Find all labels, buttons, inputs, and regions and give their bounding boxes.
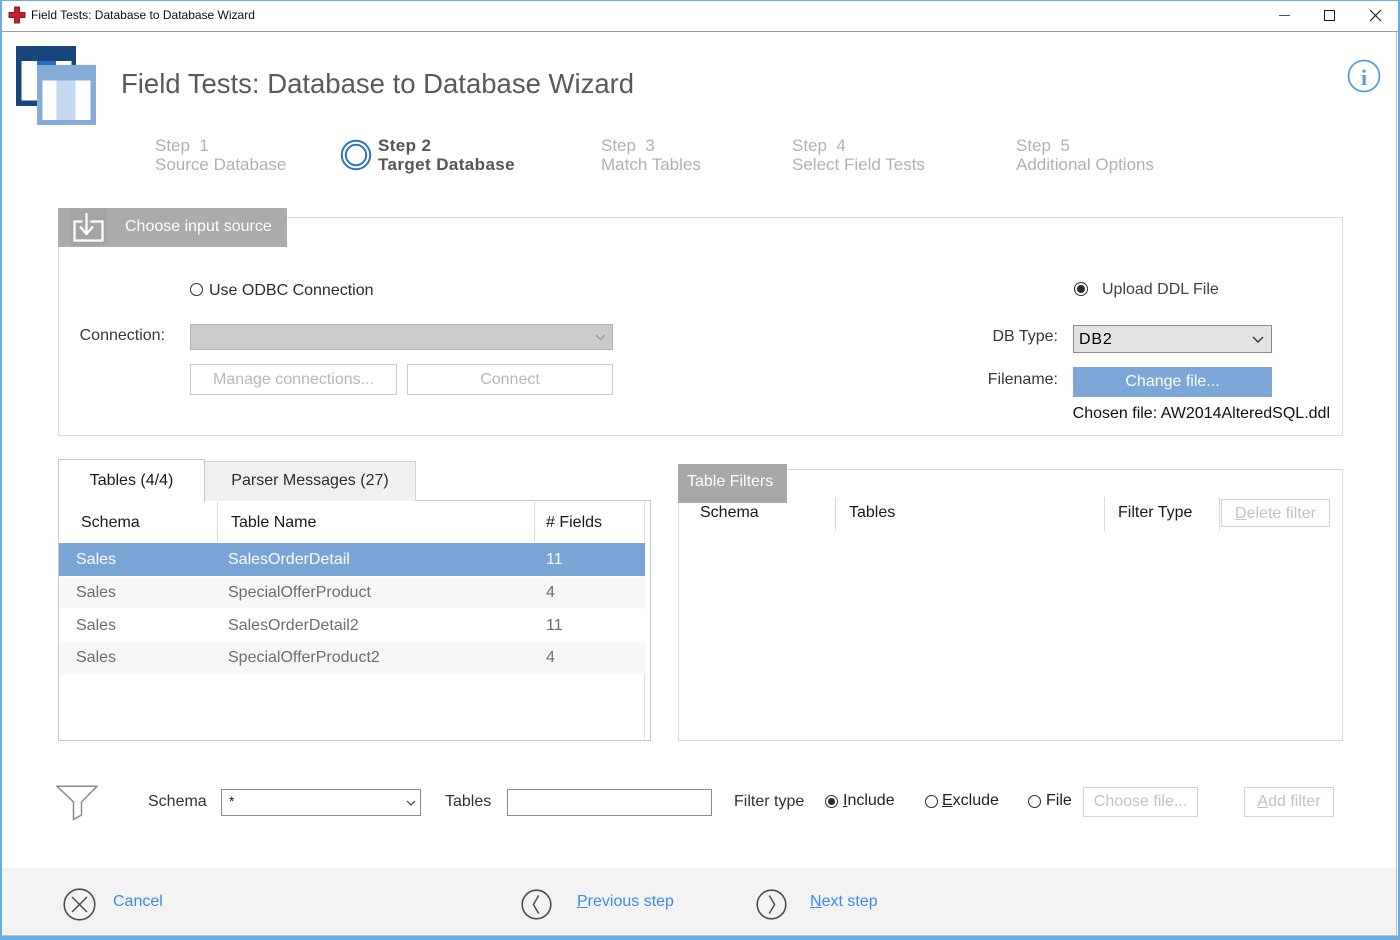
svg-text:i: i	[1361, 65, 1367, 90]
